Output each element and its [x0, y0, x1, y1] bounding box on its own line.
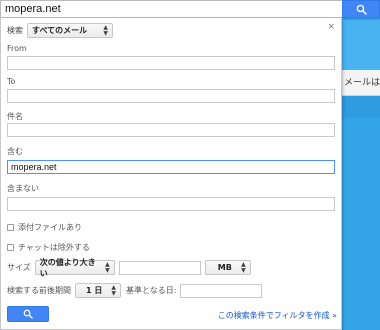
search-button[interactable]: [342, 0, 380, 18]
size-unit-value: MB: [217, 263, 232, 272]
advanced-search-panel: × 検索 すべてのメール ▲ ▼ From To 件名 含む mopera.net…: [0, 18, 342, 330]
has-attachment-checkbox[interactable]: [7, 224, 14, 231]
has-words-label: 含む: [7, 147, 23, 156]
search-icon: [356, 4, 367, 15]
size-label: サイズ: [7, 263, 31, 272]
select-arrows-icon: ▲ ▼: [103, 23, 108, 37]
background-band: [340, 118, 380, 330]
search-scope-select[interactable]: すべてのメール ▲ ▼: [27, 23, 113, 38]
search-input[interactable]: mopera.net: [0, 0, 342, 18]
no-words-label: 含まない: [7, 184, 39, 193]
date-range-row: 検索する前後期間 1 日 ▲ ▼ 基準となる日:: [7, 283, 263, 298]
has-attachment-label: 添付ファイルあり: [18, 223, 82, 232]
has-attachment-row[interactable]: 添付ファイルあり: [7, 222, 82, 233]
size-row: サイズ 次の値より大きい ▲ ▼ MB ▲ ▼: [7, 258, 251, 278]
select-arrows-icon: ▲ ▼: [111, 283, 116, 297]
search-scope-value: すべてのメール: [32, 26, 88, 35]
exclude-chats-label: チャットは除外する: [18, 243, 90, 252]
base-date-field[interactable]: [180, 283, 263, 298]
advanced-search-button[interactable]: [7, 306, 49, 322]
exclude-chats-checkbox[interactable]: [7, 244, 14, 251]
create-filter-link[interactable]: この検索条件でフィルタを作成 »: [218, 310, 337, 321]
select-arrows-icon: ▲ ▼: [105, 260, 110, 274]
to-field[interactable]: [7, 89, 335, 103]
search-scope-label: 検索: [7, 26, 23, 35]
search-scope-row: 検索 すべてのメール ▲ ▼: [7, 23, 113, 38]
subject-field[interactable]: [7, 123, 335, 137]
subject-label: 件名: [7, 112, 23, 121]
background-app: [340, 0, 380, 330]
search-icon: [23, 309, 33, 319]
background-partial-text: メールは臭: [340, 70, 380, 96]
date-range-value: 1 日: [86, 286, 103, 295]
no-words-field[interactable]: [7, 197, 335, 211]
from-label: From: [7, 44, 27, 53]
search-bar: mopera.net: [0, 0, 380, 18]
close-button[interactable]: ×: [327, 22, 335, 32]
date-range-select[interactable]: 1 日 ▲ ▼: [75, 283, 121, 298]
size-operator-value: 次の値より大きい: [39, 257, 96, 278]
base-date-label: 基準となる日:: [126, 286, 177, 295]
size-operator-select[interactable]: 次の値より大きい ▲ ▼: [34, 258, 115, 278]
has-words-field[interactable]: mopera.net: [7, 160, 335, 174]
size-unit-select[interactable]: MB ▲ ▼: [204, 260, 251, 275]
size-value-field[interactable]: [118, 260, 201, 275]
date-range-label: 検索する前後期間: [7, 286, 71, 295]
exclude-chats-row[interactable]: チャットは除外する: [7, 242, 90, 253]
to-label: To: [7, 77, 16, 86]
select-arrows-icon: ▲ ▼: [241, 260, 246, 274]
from-field[interactable]: [7, 56, 335, 70]
